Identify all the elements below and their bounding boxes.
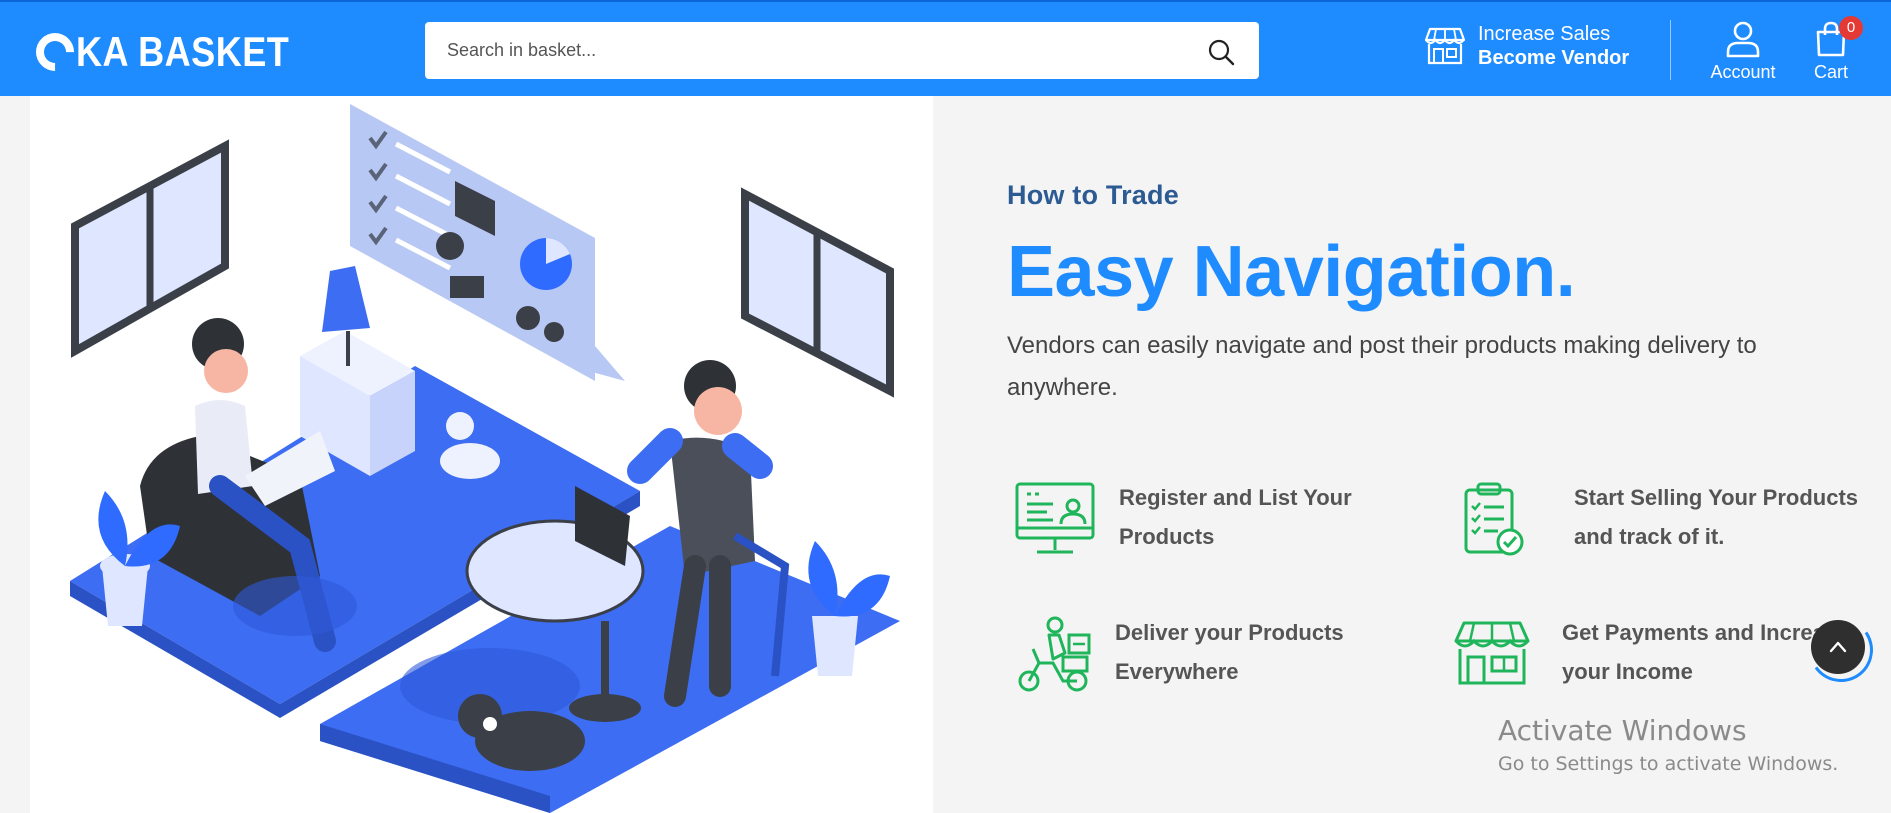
top-navigation-bar: KA BASKET Increase Sales Become Vendor bbox=[0, 0, 1891, 96]
account-button[interactable]: Account bbox=[1703, 20, 1783, 83]
feature-deliver: Deliver your Products Everywhere bbox=[1013, 613, 1375, 697]
feature-register: Register and List Your Products bbox=[1013, 478, 1379, 562]
watermark-title: Activate Windows bbox=[1498, 714, 1747, 747]
search-icon[interactable] bbox=[1207, 38, 1235, 66]
feature-label: Start Selling Your Products and track of… bbox=[1574, 485, 1859, 549]
user-icon bbox=[1726, 21, 1760, 58]
store-icon bbox=[1424, 27, 1466, 65]
activate-windows-watermark: Activate Windows Go to Settings to activ… bbox=[1498, 714, 1838, 775]
site-logo[interactable]: KA BASKET bbox=[28, 25, 324, 79]
hero-illustration bbox=[30, 96, 933, 813]
cart-label: Cart bbox=[1813, 62, 1848, 82]
become-vendor-link[interactable]: Increase Sales Become Vendor bbox=[1422, 22, 1629, 70]
feature-label: Deliver your Products Everywhere bbox=[1115, 620, 1344, 684]
vendor-line1: Increase Sales bbox=[1478, 23, 1611, 45]
logo-text: KA BASKET bbox=[76, 28, 290, 75]
people-working-illustration bbox=[70, 104, 900, 813]
chevron-up-icon bbox=[1829, 641, 1847, 653]
scroll-to-top-button[interactable] bbox=[1811, 620, 1865, 674]
delivery-scooter-icon bbox=[1018, 616, 1091, 692]
section-description: Vendors can easily navigate and post the… bbox=[1007, 332, 1757, 401]
search-box bbox=[425, 22, 1259, 79]
feature-label: Register and List Your Products bbox=[1119, 485, 1352, 549]
cart-button[interactable]: Cart 0 bbox=[1805, 16, 1863, 83]
header-divider bbox=[1670, 20, 1671, 80]
section-kicker: How to Trade bbox=[1007, 180, 1179, 210]
cart-count-badge: 0 bbox=[1839, 16, 1863, 40]
logo-mark bbox=[28, 25, 82, 79]
watermark-subtitle: Go to Settings to activate Windows. bbox=[1498, 753, 1839, 775]
storefront-icon bbox=[1454, 621, 1530, 685]
account-label: Account bbox=[1710, 62, 1776, 82]
how-to-trade-section: How to Trade Easy Navigation. Vendors ca… bbox=[1007, 180, 1867, 409]
vendor-line2: Become Vendor bbox=[1478, 47, 1630, 69]
clipboard-check-icon bbox=[1464, 482, 1524, 556]
search-input[interactable] bbox=[447, 40, 1207, 61]
section-headline: Easy Navigation. bbox=[1007, 232, 1576, 312]
monitor-user-icon bbox=[1015, 482, 1095, 554]
feature-selling: Start Selling Your Products and track of… bbox=[1456, 478, 1874, 562]
